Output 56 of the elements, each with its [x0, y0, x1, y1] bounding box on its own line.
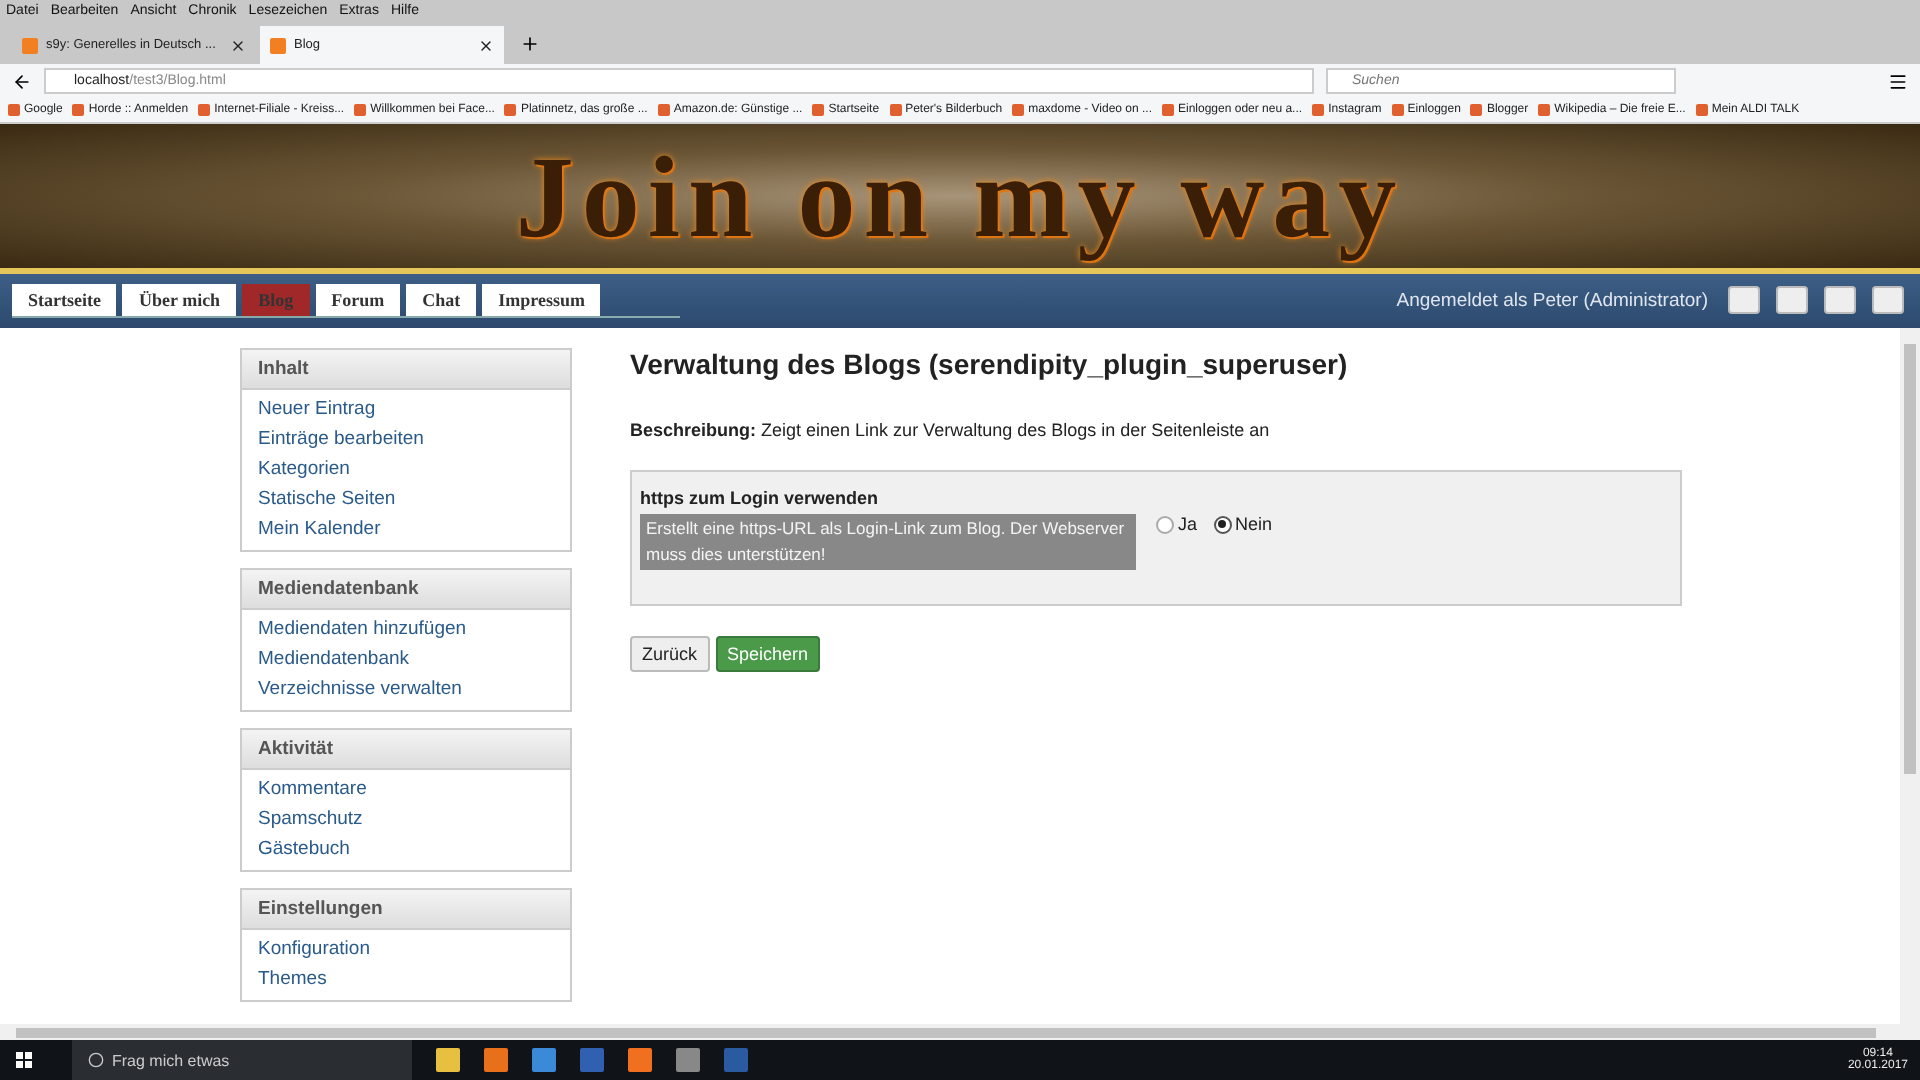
sidebar-link[interactable]: Mein Kalender — [242, 514, 570, 544]
sidebar-link[interactable]: Mediendatenbank — [242, 644, 570, 674]
close-icon[interactable] — [230, 37, 246, 53]
back-button[interactable]: Zurück — [630, 636, 710, 672]
app-icon[interactable] — [724, 1048, 748, 1072]
taskbar-search[interactable]: Frag mich etwas — [72, 1040, 412, 1080]
app-icon[interactable] — [436, 1048, 460, 1072]
sidebar-link[interactable]: Mediendaten hinzufügen — [242, 614, 570, 644]
app-icon[interactable] — [532, 1048, 556, 1072]
toolbar-button[interactable] — [1776, 286, 1808, 314]
new-tab-icon[interactable] — [520, 34, 540, 54]
option-label: https zum Login verwenden — [640, 488, 881, 508]
radio-option[interactable]: Nein — [1213, 514, 1273, 534]
radio-option[interactable]: Ja — [1156, 514, 1198, 534]
tab-favicon-icon — [270, 37, 286, 53]
search-icon — [88, 1052, 104, 1068]
nav-tab[interactable]: Startseite — [12, 284, 117, 316]
sidebar-link[interactable]: Spamschutz — [242, 804, 570, 834]
close-icon[interactable] — [478, 37, 494, 53]
help-text: Erstellt eine https-URL als Login-Link zum Blog. Der Webserver muss dies unterstützen! — [640, 514, 1136, 570]
sidebar-link[interactable]: Einträge bearbeiten — [242, 424, 570, 454]
sidebar-link[interactable]: Neuer Eintrag — [242, 394, 570, 424]
nav-tab[interactable]: Impressum — [482, 284, 601, 316]
sidebar-link[interactable]: Kommentare — [242, 774, 570, 804]
description: Beschreibung: Zeigt einen Link zur Verwaltung des Blogs in der Seitenleiste an — [630, 420, 1272, 440]
toolbar-button[interactable] — [1872, 286, 1904, 314]
nav-tab[interactable]: Forum — [315, 284, 401, 316]
menu-icon[interactable] — [1888, 71, 1908, 91]
panel-heading: Aktivität — [242, 730, 570, 770]
tab-favicon-icon — [22, 37, 38, 53]
login-status: Angemeldet als Peter (Administrator) — [1396, 289, 1708, 311]
sidebar-link[interactable]: Verzeichnisse verwalten — [242, 674, 570, 704]
sidebar-link[interactable]: Kategorien — [242, 454, 570, 484]
horizontal-scrollbar[interactable] — [0, 1024, 1920, 1040]
sidebar-link[interactable]: Statische Seiten — [242, 484, 570, 514]
app-icon[interactable] — [628, 1048, 652, 1072]
radio-button[interactable] — [1156, 515, 1174, 533]
banner-title: Join on my way — [515, 129, 1405, 263]
app-icon[interactable] — [484, 1048, 508, 1072]
sidebar-link[interactable]: Gästebuch — [242, 834, 570, 864]
nav-tab[interactable]: Über mich — [122, 284, 237, 316]
toolbar-button[interactable] — [1728, 286, 1760, 314]
radio-button[interactable] — [1213, 515, 1232, 533]
app-icon[interactable] — [676, 1048, 700, 1072]
sidebar-link[interactable]: Konfiguration — [242, 934, 570, 964]
app-icon[interactable] — [580, 1048, 604, 1072]
back-icon[interactable] — [12, 71, 32, 91]
nav-tab[interactable]: Chat — [406, 284, 477, 316]
toolbar-button[interactable] — [1824, 286, 1856, 314]
scrollbar[interactable] — [1900, 328, 1920, 1024]
panel-heading: Inhalt — [242, 350, 570, 390]
sidebar-link[interactable]: Themes — [242, 964, 570, 994]
page-title: Verwaltung des Blogs (serendipity_plugin_superuser) — [630, 348, 1350, 380]
panel-heading: Mediendatenbank — [242, 570, 570, 610]
panel-heading: Einstellungen — [242, 890, 570, 930]
windows-icon[interactable] — [16, 1052, 32, 1068]
